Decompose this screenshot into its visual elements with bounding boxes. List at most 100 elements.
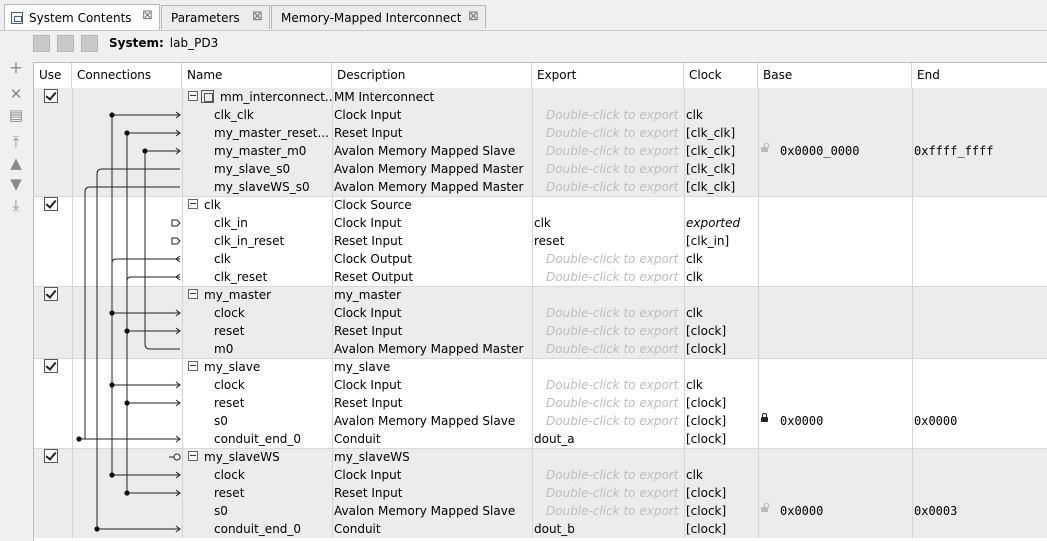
- clock-cell[interactable]: clk: [684, 268, 758, 286]
- unlock-icon[interactable]: [761, 143, 769, 152]
- clock-cell[interactable]: [clk_clk]: [684, 178, 758, 196]
- export-cell[interactable]: dout_a: [532, 430, 684, 448]
- interface-row[interactable]: clk_clk Clock Input Double-click to export…: [34, 106, 1047, 124]
- collapse-icon[interactable]: [188, 451, 198, 461]
- edit-icon[interactable]: ▤: [6, 107, 26, 123]
- export-hint[interactable]: Double-click to export: [532, 178, 684, 196]
- connection-dot[interactable]: [109, 472, 115, 478]
- export-hint[interactable]: Double-click to export: [532, 376, 684, 394]
- export-hint[interactable]: Double-click to export: [532, 250, 684, 268]
- export-hint[interactable]: Double-click to export: [532, 106, 684, 124]
- component-row[interactable]: clk Clock Source: [34, 196, 1047, 214]
- export-cell[interactable]: [532, 286, 684, 304]
- export-hint[interactable]: Double-click to export: [532, 304, 684, 322]
- clock-cell[interactable]: [clock]: [684, 340, 758, 358]
- use-checkbox[interactable]: [44, 359, 58, 373]
- export-hint[interactable]: Double-click to export: [532, 484, 684, 502]
- close-icon[interactable]: ⊠: [468, 9, 479, 24]
- interface-row[interactable]: conduit_end_0 Conduit dout_b [clock]: [34, 520, 1047, 538]
- unlock-icon[interactable]: [761, 503, 769, 512]
- use-checkbox[interactable]: [44, 449, 58, 463]
- column-header-name[interactable]: Name: [182, 63, 332, 88]
- close-icon[interactable]: ⊠: [252, 9, 263, 24]
- base-cell[interactable]: 0x0000: [758, 502, 912, 520]
- collapse-icon[interactable]: [188, 91, 198, 101]
- clock-cell[interactable]: [clock]: [684, 430, 758, 448]
- export-hint[interactable]: Double-click to export: [532, 160, 684, 178]
- export-cell[interactable]: [532, 196, 684, 214]
- export-hint[interactable]: Double-click to export: [532, 142, 684, 160]
- clock-cell[interactable]: [684, 286, 758, 304]
- interface-row[interactable]: conduit_end_0 Conduit dout_a [clock]: [34, 430, 1047, 448]
- clock-cell[interactable]: [684, 88, 758, 106]
- clock-cell[interactable]: [clock]: [684, 412, 758, 430]
- clock-cell[interactable]: [clk_clk]: [684, 142, 758, 160]
- clock-cell[interactable]: clk: [684, 466, 758, 484]
- export-hint[interactable]: Double-click to export: [532, 268, 684, 286]
- use-checkbox[interactable]: [44, 89, 58, 103]
- connection-dot[interactable]: [124, 400, 130, 406]
- collapse-icon[interactable]: [188, 289, 198, 299]
- export-hint[interactable]: Double-click to export: [532, 394, 684, 412]
- clock-cell[interactable]: clk: [684, 304, 758, 322]
- connection-dot[interactable]: [124, 490, 130, 496]
- interface-row[interactable]: my_slave_s0 Avalon Memory Mapped Master Do…: [34, 160, 1047, 178]
- column-header-base[interactable]: Base: [758, 63, 912, 88]
- column-header-end[interactable]: End: [912, 63, 1047, 88]
- remove-icon[interactable]: ✕: [6, 86, 26, 102]
- clock-cell[interactable]: [clock]: [684, 502, 758, 520]
- interface-row[interactable]: reset Reset Input Double-click to export [c…: [34, 394, 1047, 412]
- clock-cell[interactable]: clk: [684, 250, 758, 268]
- collapse-icon[interactable]: [188, 199, 198, 209]
- export-cell[interactable]: [532, 448, 684, 466]
- export-hint[interactable]: Double-click to export: [532, 340, 684, 358]
- interface-row[interactable]: clk_in Clock Input clk exported: [34, 214, 1047, 232]
- lock-icon[interactable]: [761, 413, 768, 422]
- connection-dot[interactable]: [124, 328, 130, 334]
- clock-cell[interactable]: [684, 358, 758, 376]
- interface-row[interactable]: s0 Avalon Memory Mapped Slave Double-click…: [34, 502, 1047, 520]
- interface-row[interactable]: clk_in_reset Reset Input reset [clk_in]: [34, 232, 1047, 250]
- connection-dot[interactable]: [142, 148, 148, 154]
- connection-dot[interactable]: [109, 310, 115, 316]
- column-header-clock[interactable]: Clock: [684, 63, 758, 88]
- export-cell[interactable]: reset: [532, 232, 684, 250]
- export-cell[interactable]: [532, 358, 684, 376]
- connection-dot[interactable]: [124, 130, 130, 136]
- tab-memory-mapped-interconnect[interactable]: Memory-Mapped Interconnect ⊠: [271, 5, 486, 29]
- move-bottom-icon[interactable]: ⤓: [6, 197, 26, 213]
- move-down-icon[interactable]: ▼: [6, 176, 26, 192]
- use-checkbox[interactable]: [44, 197, 58, 211]
- clock-cell[interactable]: [684, 196, 758, 214]
- interface-row[interactable]: clock Clock Input Double-click to export cl…: [34, 466, 1047, 484]
- clock-cell[interactable]: [clk_clk]: [684, 160, 758, 178]
- export-hint[interactable]: Double-click to export: [532, 412, 684, 430]
- component-row[interactable]: my_master my_master: [34, 286, 1047, 304]
- interface-row[interactable]: m0 Avalon Memory Mapped Master Double-clic…: [34, 340, 1047, 358]
- clock-cell[interactable]: exported: [684, 214, 758, 232]
- connections-graph[interactable]: [72, 88, 182, 538]
- close-icon[interactable]: ⊠: [142, 8, 153, 23]
- component-row[interactable]: mm_interconnect... MM Interconnect: [34, 88, 1047, 106]
- move-top-icon[interactable]: ⤒: [6, 134, 26, 150]
- export-cell[interactable]: dout_b: [532, 520, 684, 538]
- clock-cell[interactable]: [clk_clk]: [684, 124, 758, 142]
- use-checkbox[interactable]: [44, 287, 58, 301]
- collapse-icon[interactable]: [188, 361, 198, 371]
- connection-dot[interactable]: [94, 526, 100, 532]
- toolbar-button[interactable]: [57, 34, 74, 52]
- base-cell[interactable]: 0x0000_0000: [758, 142, 912, 160]
- toolbar-button[interactable]: [81, 34, 98, 52]
- connection-dot[interactable]: [76, 436, 82, 442]
- interface-row[interactable]: my_slaveWS_s0 Avalon Memory Mapped Master…: [34, 178, 1047, 196]
- export-cell[interactable]: [532, 88, 684, 106]
- clock-cell[interactable]: clk: [684, 106, 758, 124]
- clock-cell[interactable]: clk: [684, 376, 758, 394]
- component-row[interactable]: my_slave my_slave: [34, 358, 1047, 376]
- clock-cell[interactable]: [clock]: [684, 484, 758, 502]
- clock-cell[interactable]: [clock]: [684, 520, 758, 538]
- export-cell[interactable]: clk: [532, 214, 684, 232]
- component-row[interactable]: my_slaveWS my_slaveWS: [34, 448, 1047, 466]
- interface-row[interactable]: clock Clock Input Double-click to export cl…: [34, 304, 1047, 322]
- connection-dot[interactable]: [109, 382, 115, 388]
